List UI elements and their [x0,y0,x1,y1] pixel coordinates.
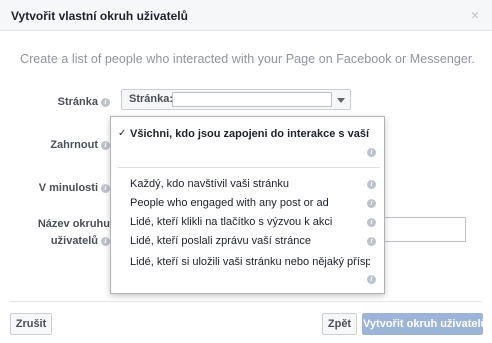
footer-divider [10,301,482,302]
page-select[interactable]: Stránka: [121,89,351,110]
dropdown-option-label: Všichni, kdo jsou zapojeni do interakce … [130,128,370,140]
info-icon[interactable]: i [367,180,376,189]
page-select-value[interactable] [172,92,332,107]
info-icon[interactable]: i [367,275,376,284]
dropdown-divider [118,167,380,168]
create-audience-button[interactable]: Vytvořit okruh uživatelů [362,313,487,335]
page-label: Stránka [57,96,98,108]
dialog-header: Vytvořit vlastní okruh uživatelů × [0,0,492,31]
cancel-button[interactable]: Zrušit [10,313,52,335]
check-icon: ✓ [118,128,127,139]
dropdown-option-label: Lidé, kteří poslali zprávu vaší stránce [130,235,311,247]
audience-name-label: Název okruhu [37,218,110,230]
page-select-label: Stránka: [129,93,174,105]
info-icon[interactable]: i [367,148,376,157]
dropdown-option[interactable]: Lidé, kteří klikli na tlačítko s výzvou … [111,216,384,234]
info-icon[interactable]: i [101,183,110,193]
past-label-row: V minulosti i [39,182,110,194]
dropdown-option-selected[interactable]: ✓ Všichni, kdo jsou zapojeni do interakc… [111,128,384,158]
info-icon[interactable]: i [101,140,110,150]
dialog-title: Vytvořit vlastní okruh uživatelů [11,9,188,23]
audience-name-label-line2: uživatelů [50,235,98,247]
back-button[interactable]: Zpět [322,313,357,335]
page-label-row: Stránka i [58,96,110,108]
info-icon[interactable]: i [101,236,110,246]
dropdown-option[interactable]: Lidé, kteří si uložili vaši stránku nebo… [111,256,384,274]
info-icon[interactable]: i [101,97,110,107]
dropdown-option-label: Lidé, kteří si uložili vaši stránku nebo… [130,256,370,268]
include-label-row: Zahrnout i [50,139,110,151]
dropdown-option[interactable]: Lidé, kteří poslali zprávu vaší stránce [111,235,384,253]
dropdown-option-label: People who engaged with any post or ad [130,197,329,209]
audience-name-label-row2: uživatelů i [51,235,110,247]
dropdown-option-label: Lidé, kteří klikli na tlačítko s výzvou … [130,216,333,228]
info-icon[interactable]: i [367,237,376,246]
include-dropdown-menu: ✓ Všichni, kdo jsou zapojeni do interakc… [110,116,385,294]
dropdown-option[interactable]: Každý, kdo navštívil vaši stránku [111,178,384,196]
create-custom-audience-dialog: Vytvořit vlastní okruh uživatelů × Creat… [0,0,492,343]
include-label: Zahrnout [50,139,98,151]
audience-name-input[interactable] [380,217,466,242]
intro-text: Create a list of people who interacted w… [20,52,475,66]
dropdown-option[interactable]: People who engaged with any post or ad [111,197,384,215]
chevron-down-icon[interactable] [337,98,345,103]
dropdown-option-label: Každý, kdo navštívil vaši stránku [130,178,289,190]
close-icon[interactable]: × [468,8,482,22]
past-label: V minulosti [38,182,98,194]
info-icon[interactable]: i [367,199,376,208]
info-icon[interactable]: i [367,218,376,227]
